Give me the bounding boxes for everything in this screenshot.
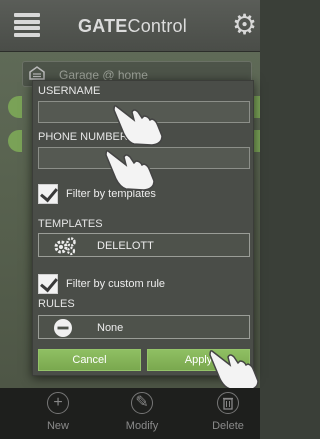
bottom-toolbar: + New ✎ Modify Delete — [0, 388, 260, 439]
delete-label: Delete — [212, 420, 244, 432]
tap-hand-icon — [208, 347, 260, 391]
new-label: New — [46, 420, 69, 432]
rules-select[interactable]: None — [38, 315, 250, 339]
filter-rule-checkbox[interactable]: Filter by custom rule — [38, 274, 250, 296]
gear-icon[interactable]: ⚙ — [232, 10, 260, 40]
rules-label: RULES — [38, 298, 75, 310]
tap-hand-icon — [112, 102, 164, 146]
checkbox-checked-icon[interactable] — [38, 184, 58, 204]
username-label: USERNAME — [38, 85, 101, 97]
modify-label: Modify — [125, 420, 159, 432]
rules-value: None — [97, 322, 124, 334]
app-title: GATEControl — [60, 16, 205, 37]
app-title-rest: Control — [127, 16, 187, 36]
filter-rule-label: Filter by custom rule — [66, 278, 166, 290]
minus-circle-icon — [53, 318, 75, 338]
plus-circle-icon: + — [47, 392, 69, 414]
pencil-icon: ✎ — [131, 392, 153, 414]
templates-value: DELELOTT — [97, 240, 154, 252]
templates-label: TEMPLATES — [38, 218, 103, 230]
new-button[interactable]: + New — [28, 392, 88, 432]
hamburger-menu-icon[interactable] — [14, 13, 40, 37]
gears-icon — [53, 236, 76, 256]
trash-icon — [217, 392, 239, 414]
templates-select[interactable]: DELELOTT — [38, 233, 250, 257]
app-title-bold: GATE — [78, 16, 128, 36]
delete-button[interactable]: Delete — [198, 392, 258, 432]
tap-hand-icon — [104, 147, 156, 191]
cancel-button[interactable]: Cancel — [38, 349, 141, 371]
modify-button[interactable]: ✎ Modify — [112, 392, 172, 432]
app-header: GATEControl ⚙ — [0, 0, 260, 52]
checkbox-checked-icon[interactable] — [38, 274, 58, 294]
